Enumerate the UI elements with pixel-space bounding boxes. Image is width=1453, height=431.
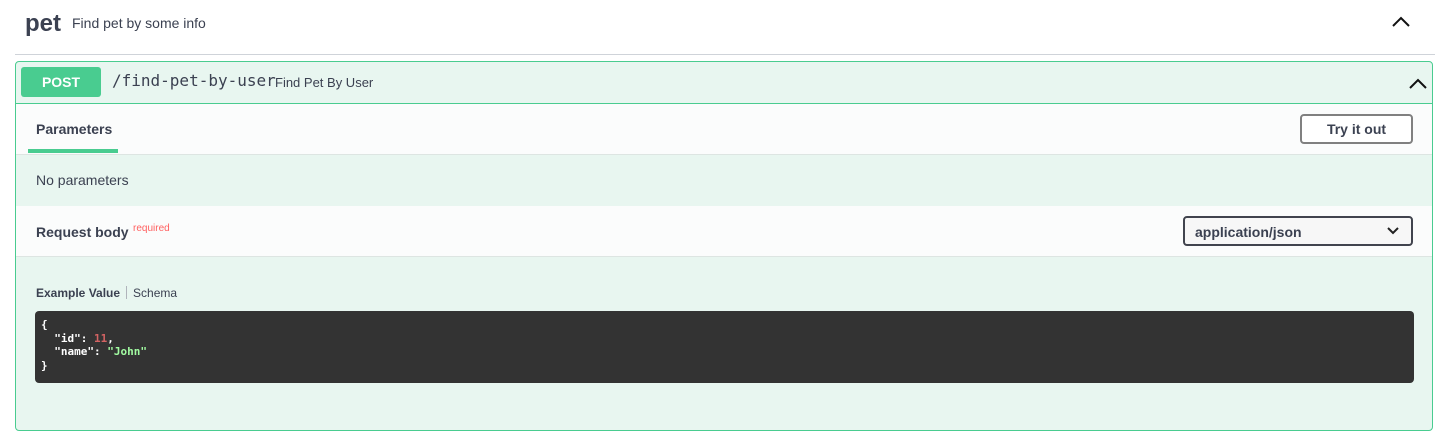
json-value-name: "John" <box>107 345 147 358</box>
json-close-brace: } <box>41 358 48 372</box>
json-open-brace: { <box>41 318 48 331</box>
method-badge: POST <box>21 67 101 97</box>
tab-divider <box>126 286 128 299</box>
json-value-id: 11 <box>94 331 108 345</box>
operation-block: POST /find-pet-by-user Find Pet By User … <box>15 61 1433 431</box>
content-type-value: application/json <box>1195 224 1302 240</box>
active-tab-indicator <box>28 149 118 153</box>
operation-path: /find-pet-by-user <box>112 71 276 90</box>
operation-summary-text: Find Pet By User <box>275 75 374 90</box>
chevron-up-icon[interactable] <box>1391 12 1411 32</box>
tag-header-pet[interactable]: pet Find pet by some info <box>15 0 1435 55</box>
tag-description: Find pet by some info <box>72 15 206 31</box>
request-body-title: Request body <box>36 224 129 240</box>
example-code-block: { "id": 11, "name": "John" } <box>35 311 1414 383</box>
no-parameters-text: No parameters <box>36 172 129 188</box>
chevron-up-icon[interactable] <box>1408 74 1428 94</box>
tab-parameters[interactable]: Parameters <box>36 121 112 137</box>
chevron-down-icon <box>1387 227 1399 235</box>
json-key-id: "id" <box>54 331 81 345</box>
operation-summary[interactable]: POST /find-pet-by-user Find Pet By User <box>16 62 1432 104</box>
parameters-header: Parameters Try it out <box>16 104 1432 155</box>
try-it-out-button[interactable]: Try it out <box>1300 114 1413 144</box>
request-body-header: Request body required application/json <box>16 206 1432 257</box>
content-type-select[interactable]: application/json <box>1183 216 1413 246</box>
required-label: required <box>133 223 170 234</box>
tab-example-value[interactable]: Example Value <box>36 286 120 300</box>
tag-name: pet <box>25 10 61 37</box>
example-tabs: Example Value Schema <box>36 286 177 300</box>
json-key-name: "name" <box>54 345 94 358</box>
tab-schema[interactable]: Schema <box>133 286 177 300</box>
